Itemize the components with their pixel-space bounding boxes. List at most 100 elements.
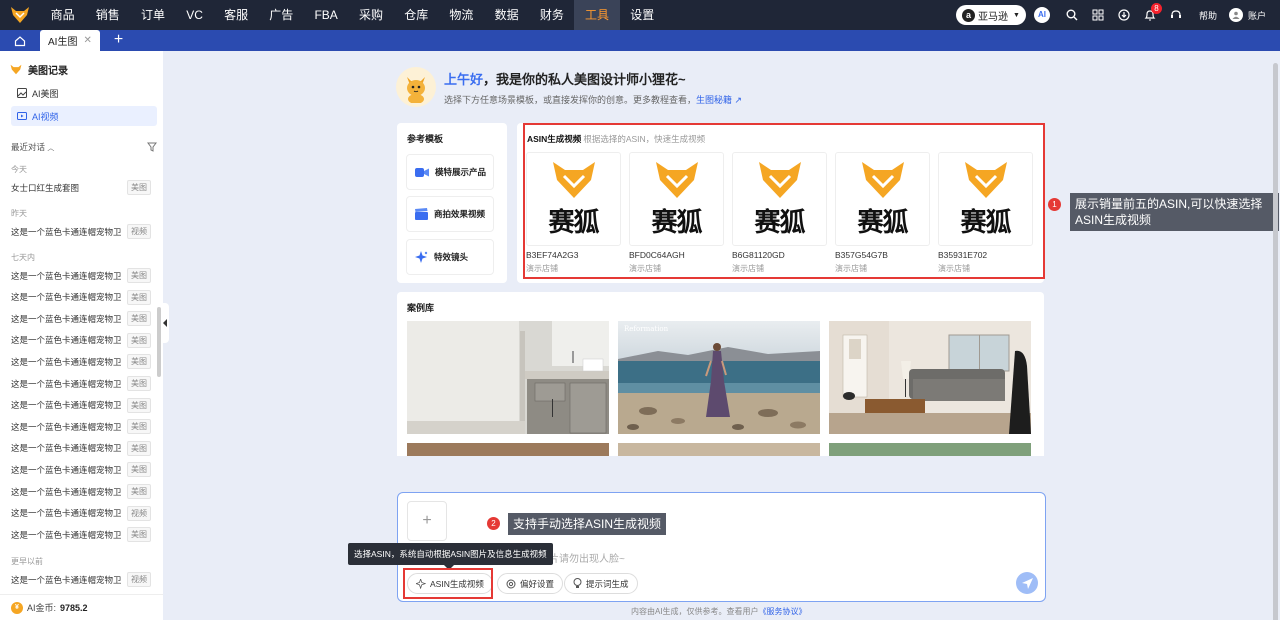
chevron-down-icon: ▼ <box>1013 11 1020 19</box>
download-icon[interactable] <box>1111 0 1137 30</box>
sidebar-item-ai-video[interactable]: AI视频 <box>11 106 157 126</box>
shop-name: 演示店铺 <box>732 264 764 273</box>
nav-right: a 亚马逊 ▼ AI 8 帮助 账户 <box>956 0 1280 30</box>
nav-item-13[interactable]: 设置 <box>620 0 665 30</box>
conversation-item[interactable]: 这是一个蓝色卡通连帽宠物卫... 视频 <box>11 224 151 239</box>
fox-logo-icon <box>10 64 22 75</box>
conversation-tag: 美图 <box>127 332 151 348</box>
video-camera-icon <box>415 167 429 177</box>
template-special-effects[interactable]: 特效镜头 <box>406 239 494 275</box>
chevron-up-icon[interactable]: ︿ <box>47 145 54 152</box>
case-image-4[interactable] <box>407 443 609 456</box>
nav-item-10[interactable]: 数据 <box>484 0 529 30</box>
conversation-tag: 视频 <box>127 572 151 587</box>
conversation-item[interactable]: 这是一个蓝色卡通连帽宠物卫... 美图 <box>11 462 151 478</box>
account-label: 账户 <box>1247 10 1266 21</box>
nav-item-4[interactable]: 客服 <box>213 0 258 30</box>
tutorial-link[interactable]: 生图秘籍 ↗ <box>696 95 742 105</box>
conversation-item[interactable]: 这是一个蓝色卡通连帽宠物卫... 美图 <box>11 289 151 305</box>
apps-grid-icon[interactable] <box>1085 0 1111 30</box>
group-label: 更早以前 <box>11 557 43 566</box>
cat-avatar <box>396 67 436 107</box>
nav-item-6[interactable]: FBA <box>304 0 349 30</box>
case-image-living-room[interactable] <box>829 321 1031 434</box>
conversation-item[interactable]: 这是一个蓝色卡通连帽宠物卫... 美图 <box>11 484 151 499</box>
service-agreement-link[interactable]: 《服务协议》 <box>759 607 807 616</box>
asin-product-3[interactable]: 赛狐 B6G81120GD 演示店铺 <box>732 152 827 274</box>
asin-product-4[interactable]: 赛狐 B357G54G7B 演示店铺 <box>835 152 930 274</box>
conversation-item[interactable]: 这是一个蓝色卡通连帽宠物卫... 视频 <box>11 505 151 521</box>
home-tab[interactable] <box>0 30 40 51</box>
case-image-6[interactable] <box>829 443 1031 456</box>
upload-image-button[interactable]: + <box>407 501 447 541</box>
help-link[interactable]: 帮助 <box>1199 9 1217 22</box>
product-image: 赛狐 <box>938 152 1033 246</box>
cat-mascot-icon <box>407 77 425 103</box>
case-image-beach[interactable]: Reformation <box>618 321 820 434</box>
conversation-item[interactable]: 这是一个蓝色卡通连帽宠物卫... 美图 <box>11 354 151 370</box>
nav-item-3[interactable]: VC <box>176 0 214 30</box>
conversation-tag: 美图 <box>127 462 151 478</box>
nav-item-12[interactable]: 工具 <box>574 0 620 30</box>
asin-product-5[interactable]: 赛狐 B35931E702 演示店铺 <box>938 152 1033 274</box>
search-icon[interactable] <box>1059 0 1085 30</box>
conversation-item[interactable]: 这是一个蓝色卡通连帽宠物卫... 美图 <box>11 419 151 435</box>
asin-video-button[interactable]: ASIN生成视频 <box>407 573 493 594</box>
template-product-shoot[interactable]: 商拍效果视频 <box>406 196 494 232</box>
asin-product-1[interactable]: 赛狐 B3EF74A2G3 演示店铺 <box>526 152 621 274</box>
conversation-tag: 美图 <box>127 419 151 435</box>
reference-templates-card: 参考模板 模特展示产品 商拍效果视频 特效镜头 <box>397 123 507 283</box>
template-model-showcase[interactable]: 模特展示产品 <box>406 154 494 190</box>
top-nav: 商品 销售 订单 VC 客服 广告 FBA 采购 仓库 物流 数据 财务 工具 设置 a 亚马逊 ▼ AI… <box>0 0 1280 30</box>
app-logo[interactable] <box>0 0 40 30</box>
main-scrollbar[interactable] <box>1271 51 1279 620</box>
conversation-item[interactable]: 这是一个蓝色卡通连帽宠物卫... 美图 <box>11 397 151 413</box>
account-menu[interactable]: 账户 <box>1228 8 1266 22</box>
conversation-item[interactable]: 这是一个蓝色卡通连帽宠物卫... 美图 <box>11 527 151 543</box>
nav-item-8[interactable]: 仓库 <box>394 0 439 30</box>
nav-menu: 商品 销售 订单 VC 客服 广告 FBA 采购 仓库 物流 数据 财务 工具 设置 <box>40 0 665 30</box>
conversation-item[interactable]: 这是一个蓝色卡通连帽宠物卫... 视频 <box>11 572 151 587</box>
video-icon <box>17 111 32 121</box>
conversation-tag: 美图 <box>127 354 151 370</box>
conversation-item[interactable]: 这是一个蓝色卡通连帽宠物卫... 美图 <box>11 332 151 348</box>
fox-logo-icon <box>11 7 29 23</box>
tab-ai-image[interactable]: AI生图 ✕ <box>40 30 100 51</box>
add-tab-button[interactable]: + <box>114 30 123 51</box>
nav-item-5[interactable]: 广告 <box>259 0 304 30</box>
tab-bar: AI生图 ✕ + <box>0 30 1280 51</box>
marketplace-select[interactable]: a 亚马逊 ▼ <box>956 5 1026 25</box>
sidebar-item-ai-image[interactable]: AI美图 <box>11 83 157 103</box>
nav-item-11[interactable]: 财务 <box>529 0 574 30</box>
conversation-item[interactable]: 这是一个蓝色卡通连帽宠物卫... 美图 <box>11 376 151 391</box>
lightbulb-icon <box>573 578 582 588</box>
conversation-item[interactable]: 这是一个蓝色卡通连帽宠物卫... 美图 <box>11 268 151 283</box>
conversation-item[interactable]: 女士口红生成套图 美图 <box>11 180 151 195</box>
greeting: 上午好，我是你的私人美图设计师小狸花~ 选择下方任意场景模板，或直接发挥你的创意… <box>396 67 742 107</box>
case-image-bathroom[interactable] <box>407 321 609 434</box>
bell-icon[interactable]: 8 <box>1137 0 1163 30</box>
recent-conversations-header: 最近对话 ︿ <box>11 141 157 153</box>
prompt-generate-button[interactable]: 提示词生成 <box>564 573 638 594</box>
ai-assistant-icon[interactable]: AI <box>1033 7 1050 23</box>
nav-item-7[interactable]: 采购 <box>348 0 393 30</box>
fox-logo-icon <box>655 161 698 198</box>
conversation-tag: 美图 <box>127 289 151 305</box>
conversation-tag: 美图 <box>127 311 151 327</box>
preference-settings-button[interactable]: 偏好设置 <box>497 573 564 594</box>
sidebar-collapse-handle[interactable] <box>161 303 169 343</box>
asin-product-2[interactable]: 赛狐 BFD0C64AGH 演示店铺 <box>629 152 724 274</box>
nav-item-9[interactable]: 物流 <box>439 0 484 30</box>
headset-icon[interactable] <box>1163 0 1189 30</box>
nav-item-2[interactable]: 订单 <box>130 0 175 30</box>
sidebar: 美图记录 AI美图 AI视频 最近对话 ︿ 今天 女士口红生成套图 美图 昨天 这是一个蓝… <box>0 51 163 620</box>
send-button[interactable] <box>1016 572 1038 594</box>
case-image-5[interactable] <box>618 443 820 456</box>
conversation-item[interactable]: 这是一个蓝色卡通连帽宠物卫... 美图 <box>11 311 151 327</box>
conversation-item[interactable]: 这是一个蓝色卡通连帽宠物卫... 美图 <box>11 440 151 456</box>
nav-item-1[interactable]: 销售 <box>85 0 130 30</box>
filter-icon[interactable] <box>147 142 157 152</box>
close-icon[interactable]: ✕ <box>83 35 91 46</box>
nav-item-0[interactable]: 商品 <box>40 0 85 30</box>
asin-code: B35931E702 <box>938 250 988 260</box>
